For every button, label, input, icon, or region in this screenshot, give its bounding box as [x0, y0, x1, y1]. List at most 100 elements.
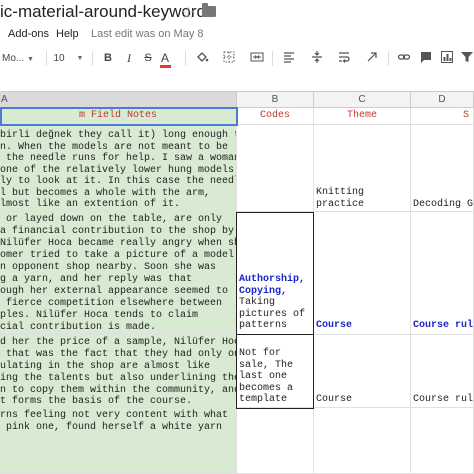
- font-size-dropdown[interactable]: 10: [52, 51, 66, 66]
- cell-c3[interactable]: Course: [314, 212, 411, 335]
- bold-button[interactable]: B: [103, 51, 113, 66]
- cell-b5[interactable]: [237, 408, 314, 474]
- merge-cells-icon[interactable]: [250, 50, 264, 64]
- cell-a4[interactable]: d her the price of a sample, Nilüfer Hoc…: [0, 335, 237, 408]
- cell-text: template: [239, 394, 288, 405]
- rotate-text-icon[interactable]: [365, 50, 379, 64]
- cell-d4[interactable]: Course rule: [411, 335, 474, 408]
- last-edit-link[interactable]: Last edit was on May 8: [91, 28, 204, 40]
- cell-text: pictures of: [239, 308, 306, 320]
- cell-text: ing the talents but also underlining the: [0, 373, 237, 384]
- cell-text: omer tried to take a picture of a model: [0, 250, 235, 261]
- cell-text: ly to look at it. In this case the needl…: [0, 176, 237, 187]
- cell-a5[interactable]: rns feeling not very content with what p…: [0, 408, 237, 474]
- wrap-icon[interactable]: [337, 50, 351, 64]
- cell-text: Taking: [239, 297, 276, 308]
- cell-text: ulating in the shop are almost like: [0, 361, 211, 372]
- cell-text: g a yarn, and her reply was that: [0, 274, 193, 285]
- cell-text: t forms the basis of the course.: [0, 396, 193, 407]
- link-icon[interactable]: [397, 50, 411, 64]
- cell-b2[interactable]: [237, 125, 314, 212]
- cell-text: becomes a: [239, 382, 294, 394]
- font-family-dropdown[interactable]: Mo... ▼: [2, 51, 38, 66]
- menu-bar: Add-ons Help Last edit was on May 8: [0, 24, 474, 44]
- cell-text: Course: [316, 394, 353, 405]
- menu-help[interactable]: Help: [56, 28, 79, 40]
- cell-text: fierce competition elsewhere between: [0, 298, 223, 309]
- star-icon[interactable]: ☆: [181, 3, 195, 23]
- comment-icon[interactable]: [419, 50, 433, 64]
- cell-d5[interactable]: [411, 408, 474, 474]
- cell-text: Course rule: [413, 320, 474, 331]
- spreadsheet-grid: m Field Notes Codes Theme S birli değnek…: [0, 107, 474, 474]
- toolbar-divider: [46, 51, 47, 66]
- cell-text: that was the fact that they had only one: [0, 349, 237, 360]
- text-color-swatch: [160, 65, 171, 68]
- cell-c1[interactable]: Theme: [314, 108, 411, 125]
- cell-text: Authorship,: [239, 274, 306, 285]
- cell-text: Course rule: [413, 394, 474, 405]
- cell-text: Copying,: [239, 285, 288, 297]
- folder-icon[interactable]: [202, 3, 216, 17]
- cell-a3[interactable]: or layed down on the table, are only a f…: [0, 212, 237, 335]
- cell-text: d her the price of a sample, Nilüfer Hoc…: [0, 337, 237, 348]
- cell-a2[interactable]: birli değnek they call it) long enough t…: [0, 125, 237, 212]
- italic-button[interactable]: I: [124, 51, 134, 66]
- cell-text: ples. Nilüfer Hoca tends to claim: [0, 310, 199, 321]
- valign-icon[interactable]: [310, 50, 324, 64]
- cell-a1[interactable]: m Field Notes: [0, 108, 237, 125]
- toolbar-divider: [185, 51, 186, 66]
- cell-text: Decoding Ge: [413, 198, 474, 210]
- toolbar-divider: [272, 51, 273, 66]
- cell-text: one of the relatively lower hung models: [0, 164, 235, 176]
- cell-text: n. When the models are not meant to be: [0, 141, 229, 153]
- cell-text: or layed down on the table, are only: [0, 214, 223, 225]
- cell-text: lmost like an extention of it.: [0, 199, 181, 210]
- toolbar-divider: [92, 51, 93, 66]
- toolbar-divider: [388, 51, 389, 66]
- cell-text: birli değnek they call it) long enough t…: [0, 130, 237, 141]
- cell-c2[interactable]: Knitting practice: [314, 125, 411, 212]
- cell-text: Knitting: [316, 187, 365, 198]
- fill-color-icon[interactable]: [195, 50, 209, 64]
- cell-text: cial contribution is made.: [0, 322, 157, 333]
- title-bar: ic-material-around-keywords ☆: [0, 0, 474, 24]
- cell-d2[interactable]: Decoding Ge: [411, 125, 474, 212]
- cell-d1[interactable]: S: [411, 108, 474, 125]
- cell-text: n opponent shop nearby. Soon she was: [0, 262, 217, 273]
- toolbar: Mo... ▼ 10 ▼ B I S A: [0, 46, 474, 70]
- borders-icon[interactable]: [222, 50, 236, 64]
- cell-c4[interactable]: Course: [314, 335, 411, 408]
- strikethrough-button[interactable]: S: [143, 51, 153, 66]
- cell-text: rns feeling not very content with what: [0, 410, 229, 421]
- cell-text: practice: [316, 198, 365, 210]
- cell-text: sale, The: [239, 359, 294, 371]
- cell-c5[interactable]: [314, 408, 411, 474]
- column-header-b[interactable]: B: [237, 92, 314, 108]
- chevron-down-icon: ▼: [27, 56, 34, 63]
- column-header-row: A B C D: [0, 91, 474, 108]
- cell-text: ough her external appearance seemed to: [0, 286, 229, 297]
- column-header-a[interactable]: A: [0, 92, 237, 108]
- cell-text: the needle runs for help. I saw a woman: [0, 153, 237, 164]
- cell-text: Not for: [239, 348, 282, 359]
- cell-b1[interactable]: Codes: [237, 108, 314, 125]
- menu-addons[interactable]: Add-ons: [8, 28, 49, 40]
- cell-text: last one: [239, 371, 288, 382]
- column-header-c[interactable]: C: [314, 92, 411, 108]
- cell-text: l but becomes a whole with the arm,: [0, 187, 211, 199]
- cell-text: Course: [316, 320, 353, 331]
- chart-icon[interactable]: [440, 50, 454, 64]
- cell-text: a financial contribution to the shop by: [0, 226, 235, 237]
- filter-icon[interactable]: [460, 50, 474, 64]
- cell-text: n to copy them within the community, and: [0, 385, 237, 396]
- align-icon[interactable]: [282, 50, 296, 64]
- chevron-down-icon[interactable]: ▼: [76, 51, 84, 66]
- cell-b4[interactable]: Not for sale, The last one becomes a tem…: [237, 335, 314, 408]
- cell-text: Nilüfer Hoca became really angry when sh…: [0, 238, 237, 249]
- cell-b3[interactable]: Authorship, Copying, Taking pictures of …: [237, 212, 314, 335]
- column-header-d[interactable]: D: [411, 92, 474, 108]
- text-color-button[interactable]: A: [160, 51, 170, 66]
- cell-text: patterns: [239, 320, 288, 331]
- cell-d3[interactable]: Course rule: [411, 212, 474, 335]
